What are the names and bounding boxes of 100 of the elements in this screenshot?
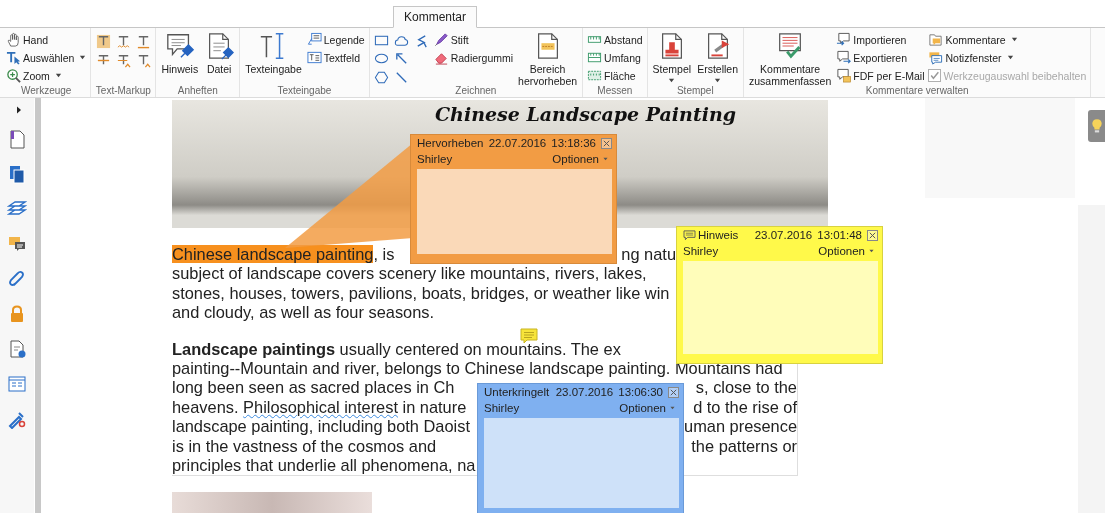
- annotation-date: 23.07.2016: [555, 386, 614, 398]
- text-line: ng natu: [621, 245, 676, 265]
- banner-title: Chinese Landscape Painting: [435, 103, 736, 125]
- annotation-time: 13:06:30: [618, 386, 663, 398]
- ribbon-button[interactable]: Stempel: [651, 31, 693, 83]
- ribbon-button[interactable]: Umfang: [587, 49, 643, 66]
- group-label: Stempel: [675, 85, 715, 97]
- annotation-time: 13:01:48: [817, 229, 862, 241]
- ribbon-button[interactable]: Abstand: [587, 31, 643, 48]
- text-box-icon: [306, 50, 322, 65]
- highlight-text-icon: [95, 33, 111, 49]
- close-button[interactable]: [867, 229, 878, 241]
- group-label: Kommentare verwalten: [864, 85, 970, 97]
- paperclip-icon: [7, 268, 27, 289]
- hand-icon: [6, 32, 21, 47]
- text-line: stones, houses, towers, pavilions, boats, bridges, or weather like win: [172, 283, 670, 304]
- options-menu[interactable]: Optionen: [818, 245, 874, 257]
- comment-field[interactable]: [683, 261, 878, 354]
- ribbon-button[interactable]: Datei: [203, 31, 236, 75]
- group-label: Messen: [596, 85, 634, 97]
- ribbon-button[interactable]: Hand: [6, 31, 87, 48]
- text-line: s, close to the: [695, 378, 797, 398]
- tool-button[interactable]: [95, 33, 112, 49]
- ribbon-button[interactable]: Stift: [433, 31, 514, 48]
- note-window-icon: [928, 50, 944, 65]
- ribbon-button[interactable]: Textfeld: [306, 49, 365, 66]
- polygon-icon: [374, 69, 390, 85]
- close-button[interactable]: [601, 137, 612, 149]
- annotation-type: Hinweis: [698, 229, 740, 241]
- expand-arrow-icon[interactable]: [16, 106, 22, 114]
- annotation-date: 22.07.2016: [488, 137, 547, 149]
- tool-button[interactable]: [115, 52, 132, 68]
- ribbon-button[interactable]: Radiergummi: [433, 49, 514, 66]
- perimeter-ruler-icon: [587, 50, 603, 65]
- group-label: Text-Markup: [95, 85, 152, 97]
- page-icon: [7, 128, 27, 149]
- ribbon-button[interactable]: Kommentare zusammenfassen: [748, 31, 833, 87]
- comment-field[interactable]: [417, 169, 612, 254]
- group-label: Texteingabe: [276, 85, 333, 97]
- ribbon-button[interactable]: Zoom: [6, 67, 87, 84]
- text-line: is in the vastness of the cosmos and: [172, 436, 437, 457]
- close-icon: [669, 387, 678, 397]
- replace-text-icon: [115, 52, 131, 68]
- form-icon: [7, 373, 27, 394]
- import-icon: [836, 32, 852, 47]
- text-line: landscape painting, including both Daoist: [172, 417, 470, 437]
- text-line: Landscape paintings usually centered on mountains. The ex: [172, 339, 621, 360]
- ribbon-button[interactable]: Texteingabe: [244, 31, 303, 75]
- text-line: Chinese landscape painting, is: [172, 245, 395, 265]
- eraser-icon: [433, 50, 449, 65]
- area-ruler-icon: [587, 68, 603, 83]
- text-line: heavens. Philosophical interest in nature: [172, 397, 467, 418]
- annotation-date: 23.07.2016: [754, 229, 813, 241]
- caret-icon: [869, 249, 874, 253]
- tool-button[interactable]: [135, 33, 152, 49]
- annotation-time: 13:18:36: [551, 137, 596, 149]
- annotation-author: Shirley: [417, 153, 454, 165]
- ribbon-button[interactable]: FDF per E-Mail: [836, 67, 925, 84]
- callout-icon: [306, 32, 322, 47]
- export-icon: [836, 50, 852, 65]
- email-icon: [836, 68, 852, 83]
- ribbon-button[interactable]: Erstellen: [696, 31, 739, 83]
- underline-icon: [135, 33, 151, 49]
- options-menu[interactable]: Optionen: [619, 402, 675, 414]
- options-menu[interactable]: Optionen: [552, 153, 608, 165]
- close-icon: [602, 138, 611, 148]
- ribbon-button[interactable]: Fläche: [587, 67, 643, 84]
- close-button[interactable]: [668, 386, 679, 398]
- tool-button[interactable]: [373, 69, 390, 85]
- note-pin-icon: [164, 31, 195, 61]
- group-label: Anheften: [176, 85, 219, 97]
- ribbon-button[interactable]: Exportieren: [836, 49, 925, 66]
- ribbon-tab[interactable]: Kommentar: [393, 6, 478, 28]
- text-line: d to the rise of: [693, 397, 797, 418]
- ribbon-button[interactable]: Importieren: [836, 31, 925, 48]
- text-line: and cloudy, as well as four seasons.: [172, 303, 435, 323]
- text-line: the patterns or: [691, 436, 797, 457]
- zoom-icon: [6, 68, 21, 83]
- annotation-author: Shirley: [484, 402, 521, 414]
- close-icon: [868, 230, 877, 240]
- ribbon-button[interactable]: Hinweis: [160, 31, 200, 75]
- ribbon-button[interactable]: Legende: [306, 31, 365, 48]
- caret-icon: [603, 157, 608, 161]
- annotation-type: Hervorheben: [417, 137, 484, 149]
- annotation-author: Shirley: [683, 245, 720, 257]
- text-line: subject of landscape covers scenery like mountains, rivers, lakes,: [172, 264, 647, 284]
- note-icon: [683, 229, 696, 241]
- comment-field[interactable]: [484, 418, 679, 508]
- caret-icon: [670, 406, 675, 410]
- ribbon-button[interactable]: Notizfenster: [928, 49, 1087, 66]
- ribbon-button[interactable]: Auswählen: [6, 49, 87, 66]
- ribbon-button[interactable]: Kommentare: [928, 31, 1087, 48]
- tool-button[interactable]: [393, 33, 410, 49]
- signature-icon: [7, 338, 27, 359]
- comments-icon: [928, 32, 944, 47]
- pencil-icon: [433, 32, 449, 47]
- ribbon-button[interactable]: Bereich hervorheben: [517, 31, 579, 87]
- text-select-icon: [6, 50, 21, 65]
- tool-button[interactable]: [115, 33, 132, 49]
- group-label: Werkzeuge: [20, 85, 73, 97]
